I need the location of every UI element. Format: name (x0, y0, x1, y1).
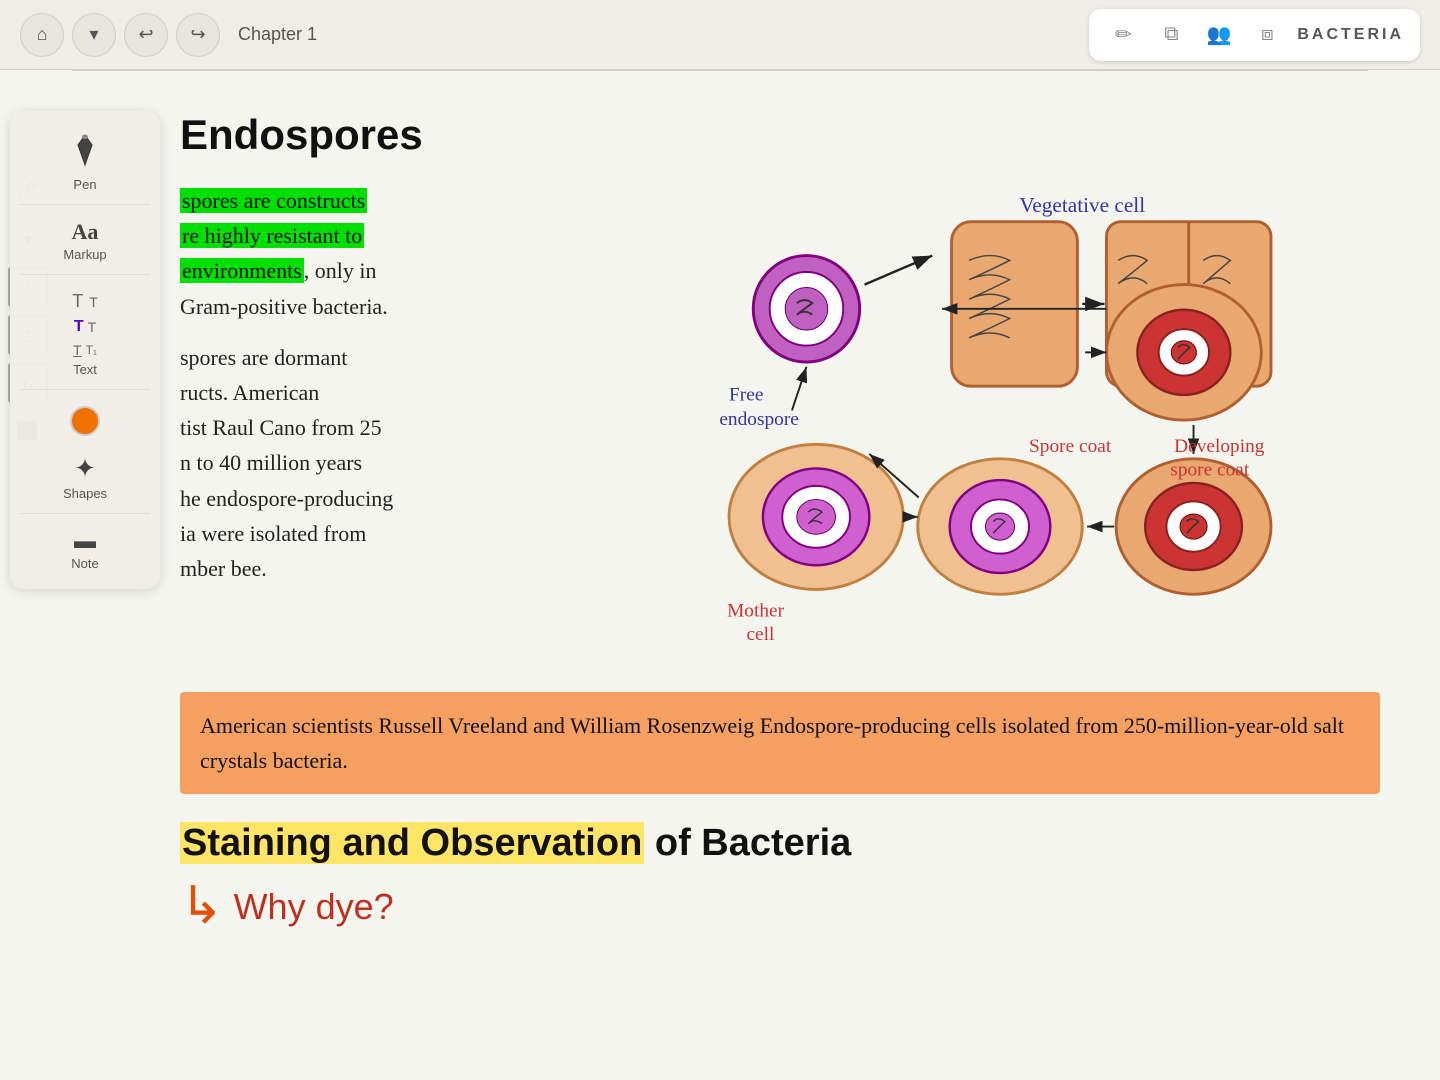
main-content: Pen Aa Markup T T T T T T₁ (0, 71, 1440, 1080)
label-dev-spore-text1: Developing (1174, 436, 1265, 457)
free-endospore-inner (785, 288, 828, 331)
text-icon-2: T (89, 294, 98, 310)
top-right-controls: ✏ ⧉ 👥 ⧈ BACTERIA (1089, 9, 1420, 61)
shapes-icon: ✦ (74, 456, 96, 482)
highlight-resistant: re highly resistant to (180, 223, 364, 248)
home-button[interactable]: ⌂ (20, 13, 64, 57)
paragraph-1: spores are constructs re highly resistan… (180, 183, 670, 324)
markup-label: Markup (63, 247, 106, 262)
highlight-constructs: spores are constructs (180, 188, 367, 213)
why-dye-container: ↳ Why dye? (180, 881, 1380, 933)
note-label: Note (71, 556, 98, 571)
shapes-label: Shapes (63, 486, 107, 501)
redo-button[interactable]: ↪ (176, 13, 220, 57)
pen-label: Pen (73, 177, 96, 192)
pen-tool[interactable]: Pen (10, 121, 160, 200)
chapter-label: Chapter 1 (238, 24, 317, 45)
highlight-staining-observation: Staining and Observation (180, 822, 644, 864)
document-area: Endospores spores are constructs re high… (0, 71, 1440, 1080)
arrow-free-to-veg (865, 256, 933, 285)
tool-panel: Pen Aa Markup T T T T T T₁ (10, 111, 160, 589)
label-free-endospore-text2: endospore (719, 409, 799, 430)
section-title-staining: Staining and Observation of Bacteria (180, 822, 1380, 865)
label-dev-spore-text2: spore coat (1170, 459, 1250, 480)
top-left-controls: ⌂ ▾ ↩ ↪ Chapter 1 (20, 13, 317, 57)
content-row-main: spores are constructs re highly resistan… (180, 183, 1380, 672)
text-icon-small: T₁ (86, 343, 97, 357)
pencil-icon[interactable]: ✏ (1105, 17, 1141, 53)
users-icon[interactable]: 👥 (1201, 17, 1237, 53)
staining-of-bacteria: of Bacteria (644, 822, 851, 864)
color-circle[interactable] (70, 406, 100, 436)
veg-cell-1 (952, 222, 1078, 387)
copy-icon[interactable]: ⧉ (1153, 17, 1189, 53)
label-spore-coat-text1: Spore coat (1029, 436, 1112, 457)
color-picker[interactable] (10, 394, 160, 444)
page-content: Endospores spores are constructs re high… (180, 111, 1380, 933)
divider-4 (20, 513, 150, 514)
orange-highlight-block: American scientists Russell Vreeland and… (180, 692, 1380, 794)
undo-button[interactable]: ↩ (124, 13, 168, 57)
note-icon: ▬ (74, 530, 96, 552)
divider-1 (20, 204, 150, 205)
arrow-to-free (792, 367, 807, 411)
why-dye-text: Why dye? (234, 886, 394, 928)
pen-icon (70, 133, 100, 173)
dropdown-button[interactable]: ▾ (72, 13, 116, 57)
layers-icon[interactable]: ⧈ (1249, 17, 1285, 53)
highlight-environments: environments (180, 258, 304, 283)
top-bar: ⌂ ▾ ↩ ↪ Chapter 1 ✏ ⧉ 👥 ⧈ BACTERIA (0, 0, 1440, 70)
divider-2 (20, 274, 150, 275)
text-gram-positive: Gram-positive bacteria. (180, 294, 388, 319)
diagram-column: Vegetative cell (700, 183, 1380, 672)
note-tool[interactable]: ▬ Note (10, 518, 160, 579)
label-vegetative-cell: Vegetative cell (1019, 193, 1145, 217)
text-column: spores are constructs re highly resistan… (180, 183, 670, 602)
curl-arrow-icon: ↳ (180, 881, 224, 933)
text-icon-plain: T (88, 319, 97, 335)
text-icon-bold: T (74, 318, 84, 336)
label-mother-cell-text1: Mother (727, 601, 785, 622)
paragraph-2: spores are dormant ructs. American tist … (180, 340, 670, 586)
book-title: BACTERIA (1297, 26, 1404, 44)
markup-tool[interactable]: Aa Markup (10, 209, 160, 270)
text-icon-under: T (73, 342, 82, 358)
label-mother-cell-text2: cell (746, 624, 774, 645)
endospore-diagram: Vegetative cell (700, 183, 1300, 667)
shapes-tool[interactable]: ✦ Shapes (10, 444, 160, 509)
divider-3 (20, 389, 150, 390)
section-title-endospores: Endospores (180, 111, 1380, 159)
text-label: Text (73, 362, 97, 377)
bottom-section: Staining and Observation of Bacteria ↳ W… (180, 822, 1380, 933)
label-free-endospore-text1: Free (729, 385, 763, 406)
text-only-in: , only in (304, 258, 377, 283)
text-icon-1: T (72, 291, 83, 312)
text-tool[interactable]: T T T T T T₁ Text (10, 279, 160, 385)
markup-icon: Aa (72, 221, 99, 243)
